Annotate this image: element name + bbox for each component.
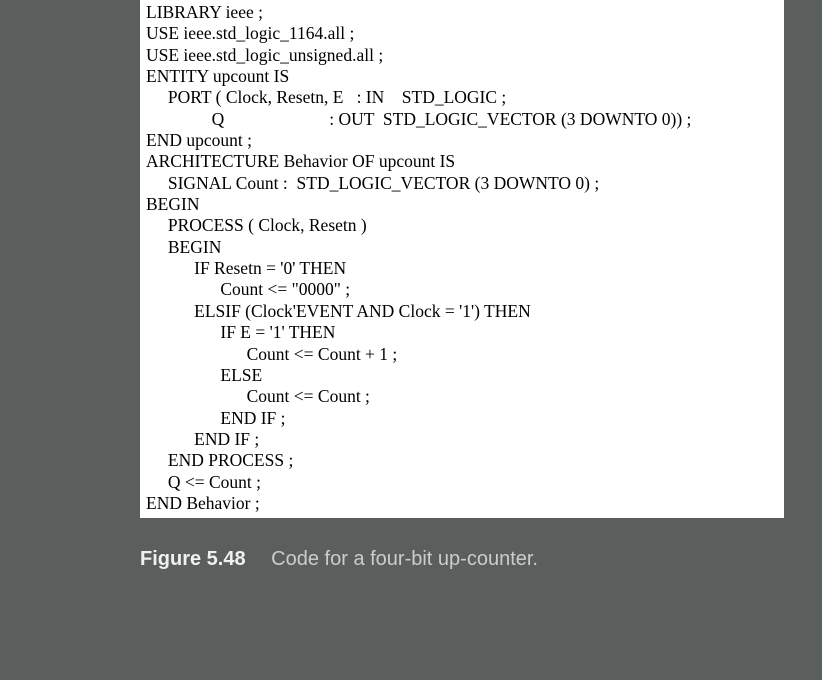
code-line: ARCHITECTURE Behavior OF upcount IS — [146, 151, 778, 172]
code-line: PROCESS ( Clock, Resetn ) — [146, 215, 778, 236]
code-line: SIGNAL Count : STD_LOGIC_VECTOR (3 DOWNT… — [146, 173, 778, 194]
code-line: Q <= Count ; — [146, 472, 778, 493]
code-line: Count <= "0000" ; — [146, 279, 778, 300]
code-line: USE ieee.std_logic_unsigned.all ; — [146, 45, 778, 66]
code-line: PORT ( Clock, Resetn, E : IN STD_LOGIC ; — [146, 87, 778, 108]
code-line: IF Resetn = '0' THEN — [146, 258, 778, 279]
figure-description: Code for a four-bit up-counter. — [271, 548, 538, 570]
code-line: ELSIF (Clock'EVENT AND Clock = '1') THEN — [146, 301, 778, 322]
figure-caption: Figure 5.48 Code for a four-bit up-count… — [140, 548, 822, 571]
code-line: ELSE — [146, 365, 778, 386]
code-line: USE ieee.std_logic_1164.all ; — [146, 23, 778, 44]
figure-label: Figure 5.48 — [140, 548, 246, 570]
code-line: END IF ; — [146, 429, 778, 450]
code-line: ENTITY upcount IS — [146, 66, 778, 87]
code-line: LIBRARY ieee ; — [146, 2, 778, 23]
code-line: END PROCESS ; — [146, 450, 778, 471]
code-line: BEGIN — [146, 237, 778, 258]
code-line: END Behavior ; — [146, 493, 778, 514]
code-block: LIBRARY ieee ; USE ieee.std_logic_1164.a… — [140, 0, 784, 518]
code-line: END upcount ; — [146, 130, 778, 151]
code-line: Q : OUT STD_LOGIC_VECTOR (3 DOWNTO 0)) ; — [146, 109, 778, 130]
code-line: Count <= Count + 1 ; — [146, 344, 778, 365]
code-line: IF E = '1' THEN — [146, 322, 778, 343]
code-line: Count <= Count ; — [146, 386, 778, 407]
code-line: BEGIN — [146, 194, 778, 215]
code-line: END IF ; — [146, 408, 778, 429]
